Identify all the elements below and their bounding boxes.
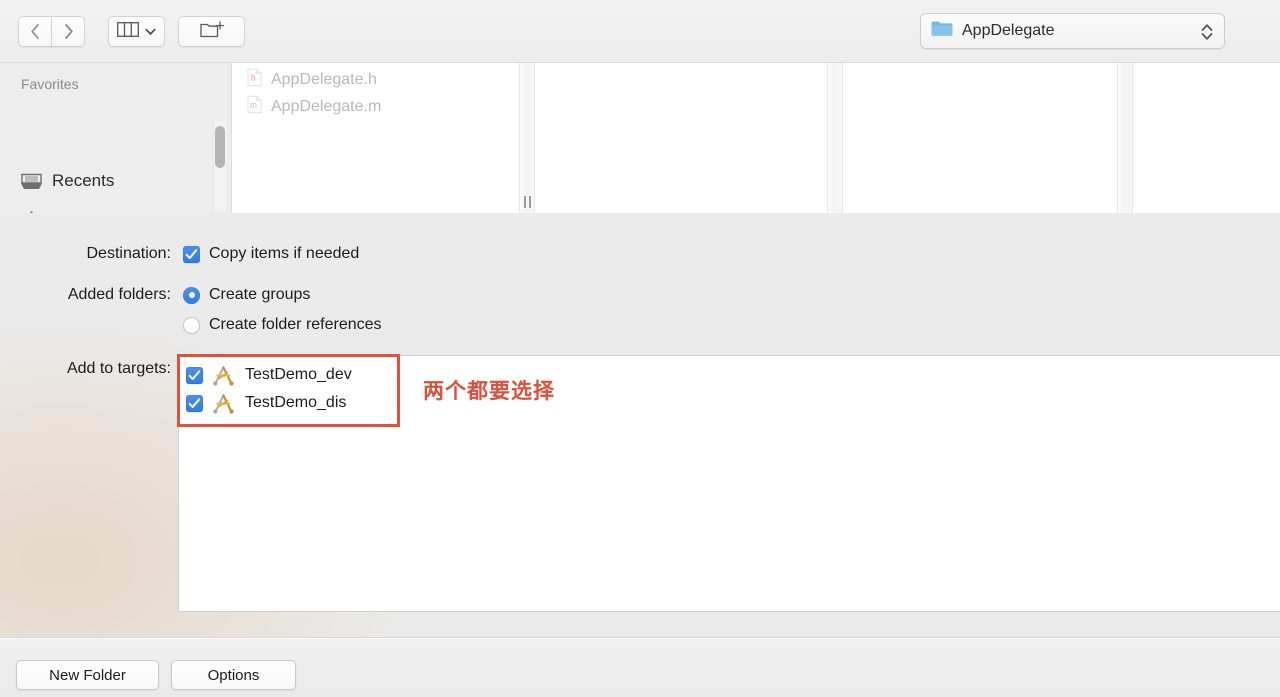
- path-popup-label: AppDelegate: [962, 22, 1055, 39]
- create-folder-references-radio[interactable]: [183, 316, 200, 334]
- svg-text:h: h: [251, 73, 256, 83]
- svg-text:m: m: [250, 100, 257, 110]
- copy-items-row[interactable]: Copy items if needed: [183, 245, 359, 263]
- target-checkbox[interactable]: [186, 366, 203, 384]
- xcode-target-icon: [211, 365, 236, 386]
- new-folder-toolbar-button[interactable]: [178, 16, 245, 47]
- sidebar-item-label: Recents: [52, 171, 115, 190]
- sidebar-item-recents[interactable]: Recents: [20, 167, 114, 195]
- chevron-down-icon: [145, 23, 156, 41]
- back-button[interactable]: [18, 16, 52, 47]
- target-name: TestDemo_dis: [245, 394, 347, 411]
- create-groups-row[interactable]: Create groups: [183, 286, 310, 304]
- create-groups-radio[interactable]: [183, 286, 200, 304]
- new-folder-button[interactable]: New Folder: [16, 660, 159, 690]
- path-popup-button[interactable]: AppDelegate: [920, 13, 1225, 49]
- create-folder-references-label: Create folder references: [209, 316, 382, 333]
- list-item[interactable]: m AppDelegate.m: [247, 94, 381, 120]
- list-item-label: AppDelegate.h: [271, 71, 377, 88]
- xcode-target-icon: [211, 393, 236, 414]
- objc-file-icon: m: [247, 95, 262, 119]
- browser-column-files[interactable]: h AppDelegate.h m AppDelegate.m: [233, 63, 535, 213]
- blue-folder-icon: [931, 20, 953, 42]
- added-folders-label: Added folders:: [67, 286, 171, 303]
- target-checkbox[interactable]: [186, 394, 203, 412]
- column-divider[interactable]: [1117, 63, 1133, 213]
- table-row[interactable]: TestDemo_dev: [186, 361, 352, 389]
- file-browser: Favorites Recents h AppDelegate.h m AppD…: [0, 62, 1280, 213]
- list-item-label: AppDelegate.m: [271, 98, 382, 115]
- add-files-sheet: AppDelegate Favorites Recents h AppDeleg…: [0, 0, 1280, 697]
- checkmark-icon: [188, 369, 201, 380]
- destination-label: Destination:: [86, 245, 172, 262]
- recents-tray-icon: [20, 172, 46, 191]
- copy-items-label: Copy items if needed: [209, 245, 360, 262]
- copy-items-checkbox[interactable]: [183, 245, 200, 263]
- forward-button[interactable]: [51, 16, 85, 47]
- browser-column-2[interactable]: [535, 63, 827, 213]
- target-name: TestDemo_dev: [245, 366, 352, 383]
- browser-column-4[interactable]: [1133, 63, 1280, 213]
- sidebar: Favorites Recents: [0, 63, 232, 213]
- column-view-icon: [117, 21, 139, 42]
- create-folder-references-row[interactable]: Create folder references: [183, 316, 382, 334]
- add-to-targets-label: Add to targets:: [66, 360, 171, 377]
- column-resize-grip-icon[interactable]: [520, 191, 535, 213]
- chevron-left-icon: [30, 23, 41, 40]
- sidebar-section-header: Favorites: [21, 76, 79, 92]
- checkmark-icon: [188, 397, 201, 408]
- sidebar-scrollbar-thumb[interactable]: [215, 126, 225, 168]
- table-row[interactable]: TestDemo_dis: [186, 389, 346, 417]
- list-item[interactable]: h AppDelegate.h: [247, 67, 377, 93]
- browser-column-3[interactable]: [843, 63, 1117, 213]
- view-mode-button[interactable]: [108, 16, 165, 47]
- column-divider[interactable]: [827, 63, 843, 213]
- header-file-icon: h: [247, 68, 262, 92]
- targets-list[interactable]: TestDemo_dev TestDemo_dis: [178, 355, 1280, 612]
- toolbar: AppDelegate: [0, 0, 1280, 62]
- options-button[interactable]: Options: [171, 660, 296, 690]
- checkmark-icon: [185, 248, 198, 259]
- chevron-right-icon: [63, 23, 74, 40]
- new-folder-icon: [199, 20, 224, 44]
- create-groups-label: Create groups: [209, 286, 311, 303]
- stepper-up-down-icon[interactable]: [1200, 22, 1214, 42]
- annotation-text: 两个都要选择: [423, 379, 555, 403]
- sidebar-scrollbar[interactable]: [213, 121, 226, 211]
